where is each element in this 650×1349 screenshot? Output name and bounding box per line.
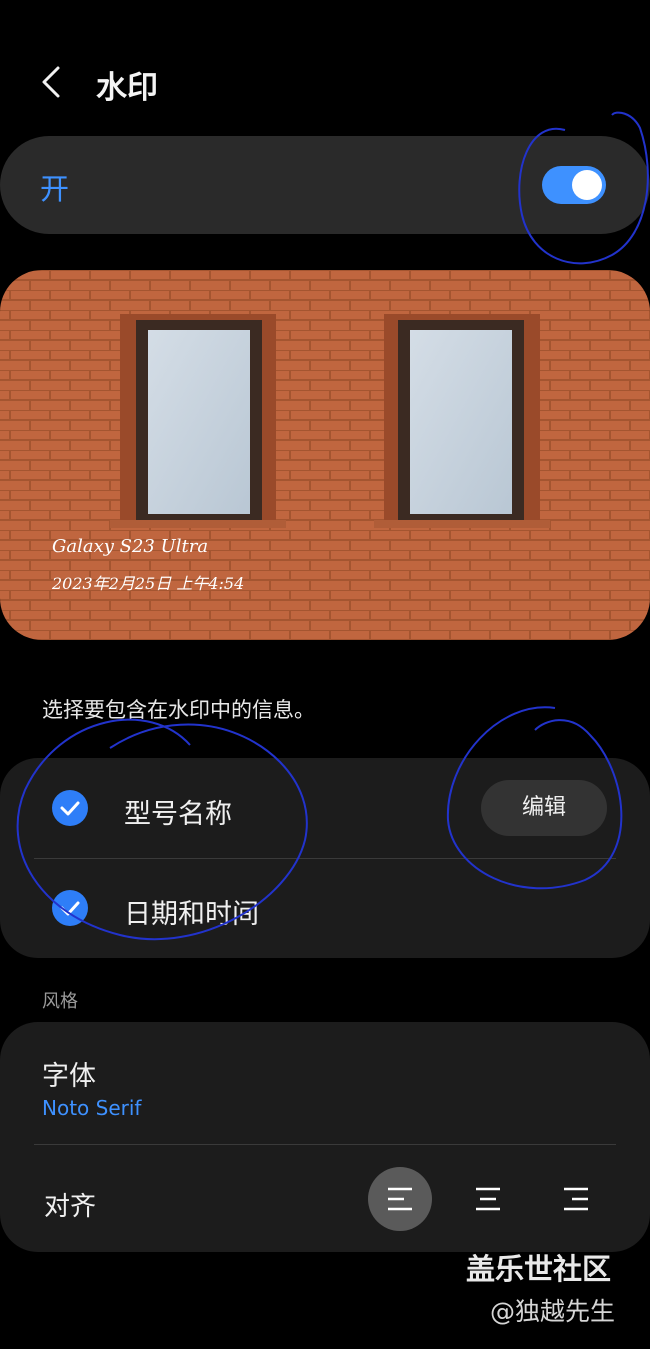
font-value: Noto Serif bbox=[42, 1096, 142, 1120]
header-bar: 水印 bbox=[0, 40, 650, 124]
watermark-datetime-text: 2023年2月25日 上午4:54 bbox=[52, 574, 245, 593]
align-left-icon bbox=[388, 1187, 412, 1211]
instruction-text: 选择要包含在水印中的信息。 bbox=[42, 698, 315, 722]
master-switch[interactable] bbox=[542, 166, 606, 204]
align-right-icon bbox=[564, 1187, 588, 1211]
option-label: 型号名称 bbox=[124, 799, 232, 830]
info-options-card: 型号名称 编辑 日期和时间 bbox=[0, 758, 650, 958]
font-title: 字体 bbox=[42, 1061, 96, 1092]
watermark-model-text: Galaxy S23 Ultra bbox=[52, 536, 209, 557]
align-left-button[interactable] bbox=[368, 1167, 432, 1231]
author-text: @独越先生 bbox=[490, 1297, 616, 1326]
chevron-left-icon bbox=[42, 66, 60, 98]
divider bbox=[34, 1144, 616, 1145]
align-center-button[interactable] bbox=[456, 1167, 520, 1231]
switch-knob bbox=[572, 170, 602, 200]
back-button[interactable] bbox=[30, 60, 74, 104]
option-model-name[interactable]: 型号名称 编辑 bbox=[0, 758, 650, 858]
page-title: 水印 bbox=[96, 70, 158, 106]
watermark-preview: Galaxy S23 Ultra 2023年2月25日 上午4:54 bbox=[0, 270, 650, 640]
style-card: 字体 Noto Serif 对齐 bbox=[0, 1022, 650, 1252]
option-date-time[interactable]: 日期和时间 bbox=[0, 858, 650, 958]
option-label: 日期和时间 bbox=[124, 899, 259, 930]
checkbox-checked-icon[interactable] bbox=[52, 890, 88, 926]
section-header-style: 风格 bbox=[42, 991, 78, 1012]
align-center-icon bbox=[476, 1187, 500, 1211]
align-label: 对齐 bbox=[44, 1192, 97, 1222]
master-toggle-label: 开 bbox=[40, 172, 70, 206]
align-right-button[interactable] bbox=[544, 1167, 608, 1231]
site-logo-text: 盖乐世社区 bbox=[466, 1252, 612, 1286]
edit-button[interactable]: 编辑 bbox=[481, 780, 607, 836]
checkbox-checked-icon[interactable] bbox=[52, 790, 88, 826]
